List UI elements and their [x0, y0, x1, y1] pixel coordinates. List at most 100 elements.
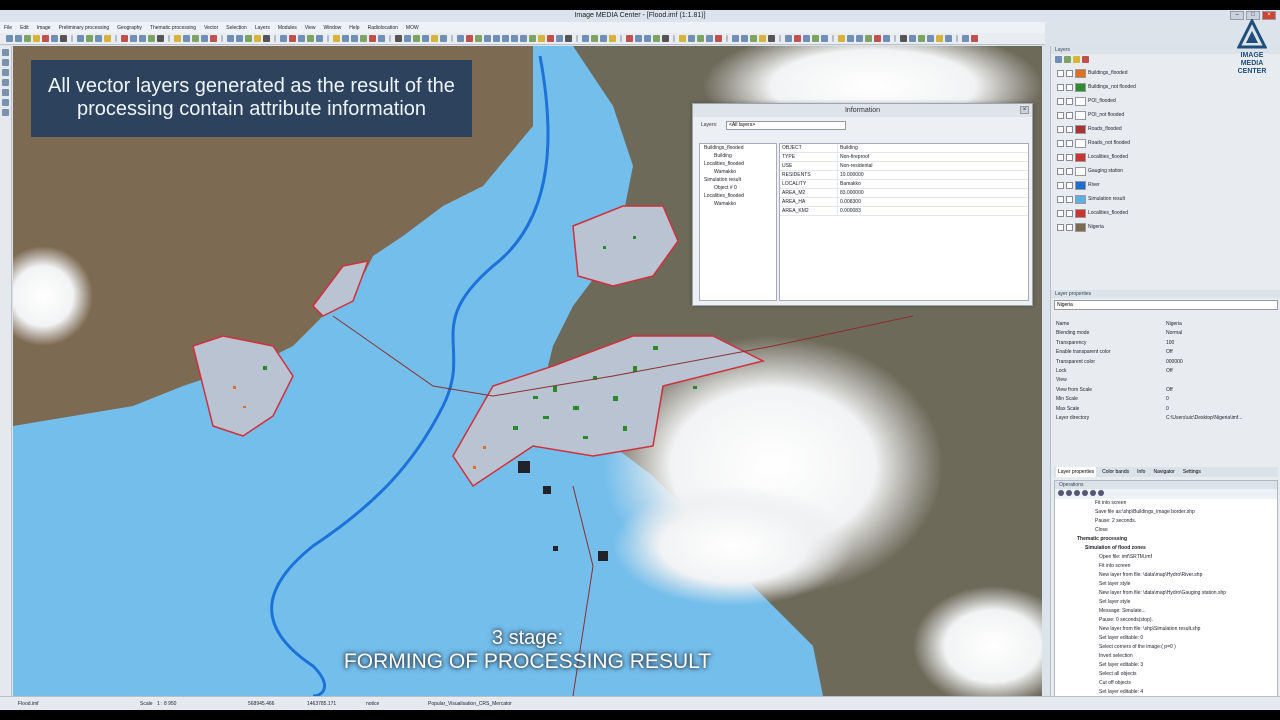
- operation-item[interactable]: Select all objects: [1055, 670, 1277, 679]
- toolbar-button-icon[interactable]: [900, 35, 907, 42]
- select-tool-icon[interactable]: [2, 49, 9, 56]
- layer-item[interactable]: POI_not flooded: [1057, 108, 1227, 122]
- tab[interactable]: Layer properties: [1056, 467, 1097, 477]
- toolbar-button-icon[interactable]: [688, 35, 695, 42]
- layer-visible-checkbox[interactable]: [1057, 209, 1064, 217]
- tab[interactable]: Settings: [1181, 467, 1203, 477]
- toolbar-button-icon[interactable]: [644, 35, 651, 42]
- layer-editable-checkbox[interactable]: [1066, 69, 1073, 77]
- menu-item[interactable]: MOW: [406, 25, 419, 31]
- tree-item[interactable]: Simulation result: [700, 176, 776, 184]
- layer-item[interactable]: POI_flooded: [1057, 94, 1227, 108]
- status-scale[interactable]: 1 : 8 950: [157, 697, 176, 711]
- measure-tool-icon[interactable]: [2, 99, 9, 106]
- layer-visible-checkbox[interactable]: [1057, 111, 1064, 119]
- color-tool-icon[interactable]: [2, 109, 9, 116]
- property-row[interactable]: Transparency 100: [1054, 339, 1278, 348]
- toolbar-button-icon[interactable]: [962, 35, 969, 42]
- layer-editable-checkbox[interactable]: [1066, 195, 1073, 203]
- toolbar-button-icon[interactable]: [121, 35, 128, 42]
- property-row[interactable]: View from Scale Off: [1054, 386, 1278, 395]
- toolbar-button-icon[interactable]: [547, 35, 554, 42]
- toolbar-button-icon[interactable]: [466, 35, 473, 42]
- operation-item[interactable]: Simulation of flood zones: [1055, 544, 1277, 553]
- toolbar-button-icon[interactable]: [679, 35, 686, 42]
- layers-select[interactable]: <All layers>: [726, 121, 846, 130]
- property-row[interactable]: Max Scale 0: [1054, 405, 1278, 414]
- toolbar-button-icon[interactable]: [254, 35, 261, 42]
- menu-item[interactable]: Preliminary processing: [59, 25, 110, 31]
- toolbar-button-icon[interactable]: [157, 35, 164, 42]
- property-row[interactable]: Blending mode Normal: [1054, 329, 1278, 338]
- add-layer-icon[interactable]: [1055, 56, 1062, 63]
- toolbar-button-icon[interactable]: [395, 35, 402, 42]
- tree-item[interactable]: Wamakko: [700, 168, 776, 176]
- toolbar-button-icon[interactable]: [15, 35, 22, 42]
- toolbar-button-icon[interactable]: [360, 35, 367, 42]
- toolbar-button-icon[interactable]: [245, 35, 252, 42]
- record-icon[interactable]: [1074, 490, 1080, 496]
- toolbar-button-icon[interactable]: [493, 35, 500, 42]
- tab[interactable]: Info: [1135, 467, 1147, 477]
- toolbar-button-icon[interactable]: [422, 35, 429, 42]
- operation-item[interactable]: Set layer editable: 0: [1055, 634, 1277, 643]
- tree-item[interactable]: Object # 0: [700, 184, 776, 192]
- operation-item[interactable]: Pause: 2 seconds.: [1055, 517, 1277, 526]
- layer-item[interactable]: Simulation result: [1057, 192, 1227, 206]
- toolbar-button-icon[interactable]: [600, 35, 607, 42]
- operation-item[interactable]: Close: [1055, 526, 1277, 535]
- toolbar-button-icon[interactable]: [342, 35, 349, 42]
- toolbar-button-icon[interactable]: [741, 35, 748, 42]
- layer-visible-checkbox[interactable]: [1057, 195, 1064, 203]
- text-tool-icon[interactable]: [2, 89, 9, 96]
- toolbar-button-icon[interactable]: [582, 35, 589, 42]
- layer-item[interactable]: Roads_not flooded: [1057, 136, 1227, 150]
- pan-tool-icon[interactable]: [2, 59, 9, 66]
- toolbar-button-icon[interactable]: [77, 35, 84, 42]
- operation-item[interactable]: Invert selection: [1055, 652, 1277, 661]
- toolbar-button-icon[interactable]: [715, 35, 722, 42]
- menu-item[interactable]: File: [4, 25, 12, 31]
- toolbar-button-icon[interactable]: [298, 35, 305, 42]
- property-row[interactable]: Transparent color 000000: [1054, 358, 1278, 367]
- operation-item[interactable]: Message: Simulate...: [1055, 607, 1277, 616]
- toolbar-button-icon[interactable]: [404, 35, 411, 42]
- toolbar-button-icon[interactable]: [378, 35, 385, 42]
- menu-item[interactable]: Vector: [204, 25, 218, 31]
- toolbar-button-icon[interactable]: [626, 35, 633, 42]
- menu-item[interactable]: View: [305, 25, 316, 31]
- toolbar-button-icon[interactable]: [475, 35, 482, 42]
- toolbar-button-icon[interactable]: [697, 35, 704, 42]
- toolbar-button-icon[interactable]: [227, 35, 234, 42]
- layer-item[interactable]: Localities_flooded: [1057, 150, 1227, 164]
- toolbar-button-icon[interactable]: [565, 35, 572, 42]
- menu-item[interactable]: Help: [349, 25, 359, 31]
- toolbar-button-icon[interactable]: [865, 35, 872, 42]
- toolbar-button-icon[interactable]: [351, 35, 358, 42]
- layer-editable-checkbox[interactable]: [1066, 97, 1073, 105]
- layer-visible-checkbox[interactable]: [1057, 139, 1064, 147]
- operation-item[interactable]: Save file as:\shp\Buildings_image border…: [1055, 508, 1277, 517]
- toolbar-button-icon[interactable]: [759, 35, 766, 42]
- open-icon[interactable]: [1090, 490, 1096, 496]
- layer-item[interactable]: River: [1057, 178, 1227, 192]
- toolbar-button-icon[interactable]: [520, 35, 527, 42]
- operation-item[interactable]: Set layer style: [1055, 598, 1277, 607]
- menu-item[interactable]: Modules: [278, 25, 297, 31]
- toolbar-button-icon[interactable]: [307, 35, 314, 42]
- layer-editable-checkbox[interactable]: [1066, 125, 1073, 133]
- toolbar-button-icon[interactable]: [413, 35, 420, 42]
- search-icon[interactable]: [1098, 490, 1104, 496]
- toolbar-button-icon[interactable]: [148, 35, 155, 42]
- toolbar-button-icon[interactable]: [847, 35, 854, 42]
- toolbar-button-icon[interactable]: [511, 35, 518, 42]
- toolbar-button-icon[interactable]: [289, 35, 296, 42]
- operation-item[interactable]: Pause: 0 seconds(stop).: [1055, 616, 1277, 625]
- layer-item[interactable]: Nigeria: [1057, 220, 1227, 234]
- layer-editable-checkbox[interactable]: [1066, 167, 1073, 175]
- toolbar-button-icon[interactable]: [529, 35, 536, 42]
- operation-item[interactable]: Fit into screen: [1055, 562, 1277, 571]
- tree-item[interactable]: Wamakko: [700, 200, 776, 208]
- layer-style-icon[interactable]: [1064, 56, 1071, 63]
- layer-visible-checkbox[interactable]: [1057, 167, 1064, 175]
